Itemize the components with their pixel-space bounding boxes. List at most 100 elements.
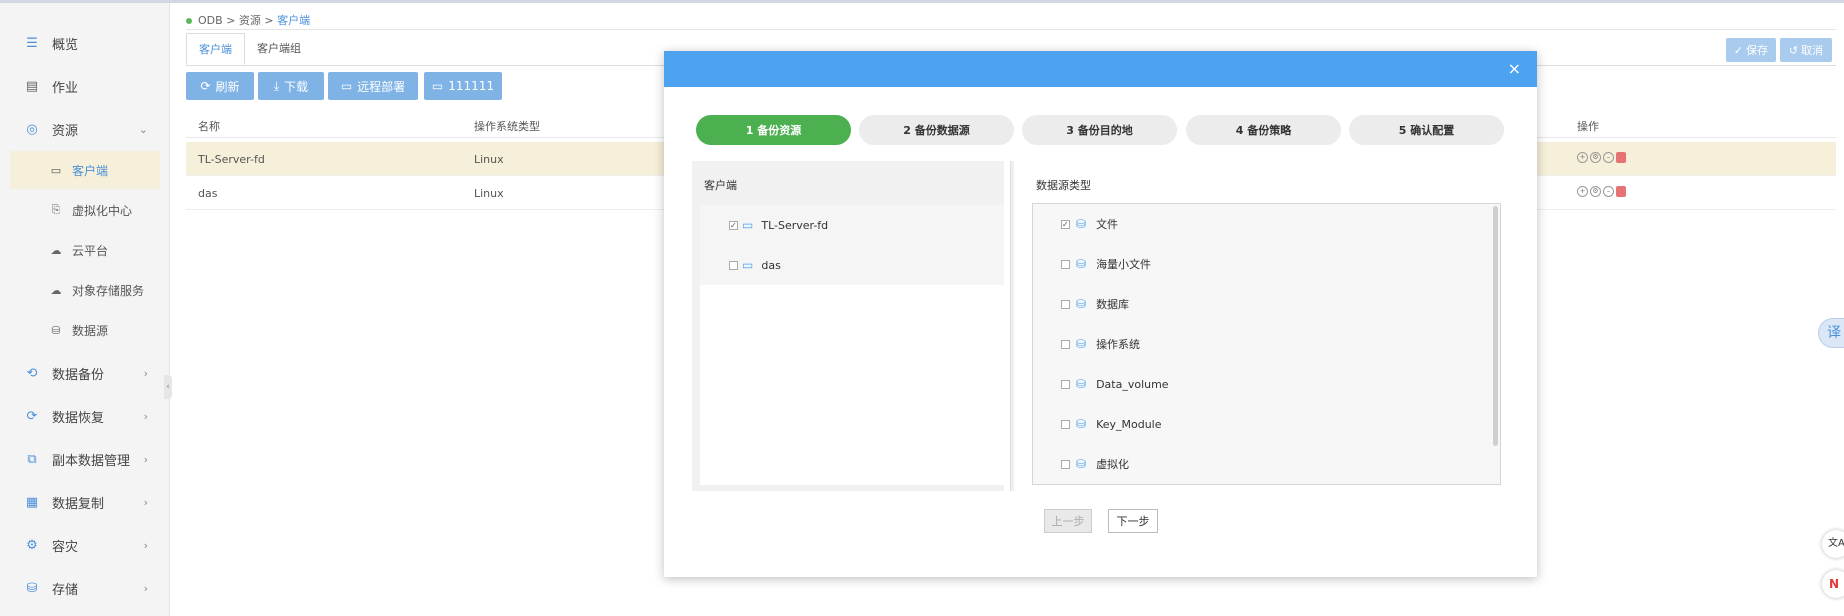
- datasource-label: 数据库: [1096, 298, 1130, 311]
- client-tree-item[interactable]: ✓ ▭ TL-Server-fd: [700, 205, 1004, 245]
- database-icon: ⛁: [1076, 457, 1087, 471]
- breadcrumb-resources[interactable]: 资源: [239, 14, 261, 27]
- close-icon[interactable]: ×: [1508, 59, 1521, 78]
- panel-divider[interactable]: [1010, 161, 1014, 491]
- download-button[interactable]: ⤓ 下载: [258, 72, 324, 100]
- remote-deploy-button[interactable]: ▭ 远程部署: [328, 72, 418, 100]
- sidebar-item-restore[interactable]: ⟳ 数据恢复 ›: [10, 396, 160, 436]
- datasource-item[interactable]: ✓ ⛁ 文件: [1033, 204, 1493, 244]
- step-backup-policy[interactable]: 4 备份策略: [1186, 115, 1341, 145]
- datasource-scrollbar[interactable]: [1493, 206, 1498, 446]
- translate-float-button[interactable]: 译: [1818, 318, 1844, 348]
- prev-step-button[interactable]: 上一步: [1044, 509, 1092, 533]
- sidebar-item-replicate[interactable]: ▦ 数据复制 ›: [10, 482, 160, 522]
- datasource-checkbox[interactable]: [1061, 419, 1070, 429]
- settings-icon[interactable]: ⚙: [1590, 152, 1601, 163]
- chevron-right-icon: ›: [143, 495, 148, 509]
- datasource-checkbox[interactable]: [1061, 459, 1070, 469]
- step-backup-datasource[interactable]: 2 备份数据源: [859, 115, 1014, 145]
- divider: [186, 29, 1836, 30]
- edit-icon[interactable]: –: [1603, 186, 1614, 197]
- next-step-button[interactable]: 下一步: [1108, 509, 1158, 533]
- sidebar-item-jobs[interactable]: ▤ 作业: [10, 66, 160, 106]
- clipboard-icon: ▤: [25, 78, 39, 94]
- datasource-item[interactable]: ⛁ Key_Module: [1033, 404, 1493, 444]
- breadcrumb-root[interactable]: ODB: [198, 14, 223, 27]
- check-icon: ✓: [1733, 43, 1744, 57]
- custom-button[interactable]: ▭ 111111: [424, 72, 502, 100]
- translate-tool-icon[interactable]: 文A: [1822, 530, 1844, 558]
- cell-os: Linux: [474, 153, 504, 166]
- step-backup-destination[interactable]: 3 备份目的地: [1022, 115, 1177, 145]
- client-tree-item[interactable]: ▭ das: [700, 245, 1004, 285]
- datasource-checkbox[interactable]: ✓: [1061, 219, 1070, 229]
- database-icon: ⛁: [1076, 337, 1087, 351]
- sidebar-subitem-object-storage[interactable]: ☁ 对象存储服务: [10, 271, 160, 309]
- datasource-item[interactable]: ⛁ 海量小文件: [1033, 244, 1493, 284]
- virtual-icon: ⎘: [51, 203, 61, 216]
- sidebar-item-resources[interactable]: ◎ 资源 ⌄: [10, 109, 160, 149]
- datasource-item[interactable]: ⛁ 操作系统: [1033, 324, 1493, 364]
- breadcrumb: ODB > 资源 > 客户端: [186, 12, 310, 28]
- sidebar-subitem-cloud[interactable]: ☁ 云平台: [10, 231, 160, 269]
- client-checkbox[interactable]: [729, 260, 738, 270]
- save-button[interactable]: ✓ 保存: [1726, 38, 1776, 62]
- datasource-item[interactable]: ⛁ Data_volume: [1033, 364, 1493, 404]
- refresh-label: 刷新: [215, 79, 240, 94]
- refresh-icon: ⟳: [200, 79, 211, 93]
- datasource-label: Key_Module: [1096, 417, 1162, 431]
- sidebar-item-copy-manage[interactable]: ⧉ 副本数据管理 ›: [10, 439, 160, 479]
- delete-icon[interactable]: [1616, 186, 1626, 197]
- datasource-checkbox[interactable]: [1061, 379, 1070, 389]
- top-strip: [0, 0, 1844, 3]
- undo-icon: ↺: [1788, 43, 1799, 57]
- add-icon[interactable]: +: [1577, 152, 1588, 163]
- database-icon: ⛁: [51, 323, 61, 337]
- cancel-button[interactable]: ↺ 取消: [1780, 38, 1832, 62]
- settings-icon[interactable]: ⚙: [1590, 186, 1601, 197]
- client-label: TL-Server-fd: [761, 218, 829, 232]
- column-header-os[interactable]: 操作系统类型: [474, 118, 540, 134]
- sidebar-item-overview[interactable]: ☰ 概览: [10, 23, 160, 63]
- modal-header: ×: [664, 51, 1537, 87]
- storage-icon: ⛁: [26, 580, 38, 596]
- sidebar-item-storage[interactable]: ⛁ 存储 ›: [10, 568, 160, 608]
- replicate-icon: ▦: [25, 494, 39, 510]
- cloud-icon: ☁: [50, 243, 62, 257]
- client-panel-title: 客户端: [704, 179, 737, 192]
- sidebar-subitem-client[interactable]: ▭ 客户端: [10, 151, 160, 189]
- sidebar-collapse-handle[interactable]: ‹: [164, 375, 172, 399]
- step-backup-resource[interactable]: 1 备份资源: [696, 115, 851, 145]
- breadcrumb-separator: >: [264, 14, 274, 27]
- resource-icon: ◎: [26, 121, 38, 137]
- database-icon: ⛁: [1076, 297, 1087, 311]
- computer-icon: ▭: [742, 258, 754, 272]
- sidebar-subitem-virtual[interactable]: ⎘ 虚拟化中心: [10, 191, 160, 229]
- datasource-checkbox[interactable]: [1061, 339, 1070, 349]
- tab-client[interactable]: 客户端: [186, 33, 245, 65]
- column-header-name[interactable]: 名称: [198, 118, 220, 134]
- client-checkbox[interactable]: ✓: [729, 220, 738, 230]
- sidebar-item-label: 存储: [52, 582, 79, 598]
- chevron-down-icon: ⌄: [138, 122, 148, 136]
- tab-client-group[interactable]: 客户端组: [245, 33, 313, 65]
- delete-icon[interactable]: [1616, 152, 1626, 163]
- database-icon: ⛁: [1076, 417, 1087, 431]
- sidebar-item-backup[interactable]: ⟲ 数据备份 ›: [10, 353, 160, 393]
- sidebar-subitem-label: 客户端: [72, 163, 109, 178]
- sidebar-subitem-label: 虚拟化中心: [72, 203, 133, 218]
- datasource-checkbox[interactable]: [1061, 299, 1070, 309]
- datasource-checkbox[interactable]: [1061, 259, 1070, 269]
- edit-icon[interactable]: –: [1603, 152, 1614, 163]
- chevron-right-icon: ›: [143, 366, 148, 380]
- extension-icon[interactable]: N: [1822, 570, 1844, 598]
- step-confirm-config[interactable]: 5 确认配置: [1349, 115, 1504, 145]
- add-icon[interactable]: +: [1577, 186, 1588, 197]
- datasource-label: 海量小文件: [1096, 258, 1152, 271]
- datasource-item[interactable]: ⛁ 虚拟化: [1033, 444, 1493, 484]
- datasource-item[interactable]: ⛁ 数据库: [1033, 284, 1493, 324]
- column-header-ops: 操作: [1577, 120, 1599, 133]
- refresh-button[interactable]: ⟳ 刷新: [186, 72, 254, 100]
- sidebar-subitem-datasource[interactable]: ⛁ 数据源: [10, 311, 160, 349]
- sidebar-item-disaster[interactable]: ⚙ 容灾 ›: [10, 525, 160, 565]
